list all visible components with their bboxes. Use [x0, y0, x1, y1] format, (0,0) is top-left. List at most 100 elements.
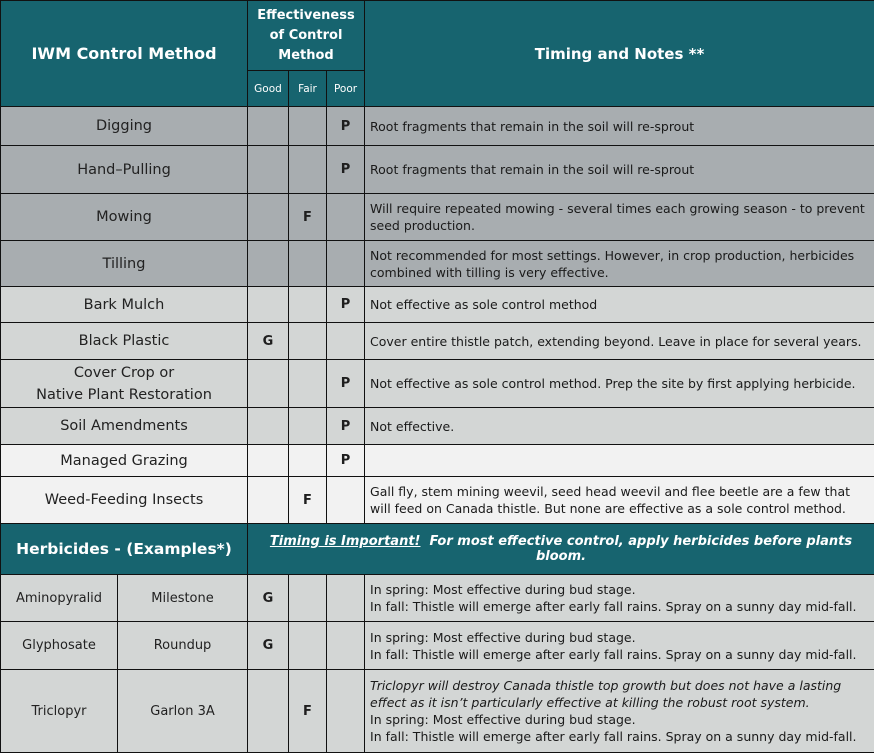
notes-column-header: Timing and Notes **: [365, 1, 874, 107]
rating-good: G: [248, 575, 289, 622]
rating-poor: P: [327, 287, 365, 323]
rating-good: [248, 445, 289, 477]
rating-good: [248, 194, 289, 241]
method-column-title: IWM Control Method: [31, 44, 216, 63]
method-notes: Not effective as sole control method. Pr…: [365, 360, 874, 408]
rating-poor: P: [327, 360, 365, 408]
rating-poor: P: [327, 107, 365, 146]
rating-poor: P: [327, 146, 365, 194]
method-name: Bark Mulch: [1, 287, 248, 323]
method-name: Mowing: [1, 194, 248, 241]
method-notes: Not effective as sole control method: [365, 287, 874, 323]
timing-emphasis: Timing is Important!: [270, 534, 421, 549]
herbicide-chemical: Aminopyralid: [1, 575, 118, 621]
spring-timing: In spring: Most effective during bud sta…: [370, 711, 869, 728]
effectiveness-title-line: of Control: [250, 26, 362, 46]
method-row: Mowing F Will require repeated mowing - se…: [1, 194, 874, 241]
method-notes: Not effective.: [365, 408, 874, 445]
spring-timing: In spring: Most effective during bud sta…: [370, 629, 869, 646]
rating-fair: [289, 323, 327, 360]
method-name: Soil Amendments: [1, 408, 248, 445]
rating-fair: [289, 360, 327, 408]
method-name-line: Bark Mulch: [1, 294, 247, 316]
method-notes: Root fragments that remain in the soil w…: [365, 146, 874, 194]
method-notes: Gall fly, stem mining weevil, seed head …: [365, 477, 874, 524]
method-row: Soil Amendments PNot effective.: [1, 408, 874, 445]
rating-fair: [289, 445, 327, 477]
fall-timing: In fall: Thistle will emerge after early…: [370, 646, 869, 663]
method-row: Cover Crop orNative Plant Restoration PNo…: [1, 360, 874, 408]
herbicide-product: Roundup: [118, 622, 248, 669]
rating-poor: [327, 575, 365, 622]
rating-good: [248, 408, 289, 445]
method-column-header: IWM Control Method: [1, 1, 248, 107]
method-row: Hand–Pulling PRoot fragments that remain …: [1, 146, 874, 194]
rating-fair: [289, 622, 327, 670]
rating-fair: [289, 408, 327, 445]
rating-fair: F: [289, 670, 327, 753]
method-name-line: Black Plastic: [1, 330, 247, 352]
method-name-line: Hand–Pulling: [1, 159, 247, 181]
method-notes: [365, 445, 874, 477]
rating-good: G: [248, 323, 289, 360]
rating-good: [248, 477, 289, 524]
iwm-control-table: IWM Control Method Effectiveness of Cont…: [0, 0, 874, 753]
rating-poor: P: [327, 445, 365, 477]
fair-column-header: Fair: [289, 71, 327, 107]
herbicide-row: AminopyralidMilestoneG In spring: Most ef…: [1, 575, 874, 622]
rating-fair: [289, 575, 327, 622]
weed-control-table-page: IWM Control Method Effectiveness of Cont…: [0, 0, 874, 751]
method-name: Managed Grazing: [1, 445, 248, 477]
method-name-line: Digging: [1, 115, 247, 137]
method-name: Weed-Feeding Insects: [1, 477, 248, 524]
method-name: Tilling: [1, 241, 248, 287]
method-name: Hand–Pulling: [1, 146, 248, 194]
method-notes: Root fragments that remain in the soil w…: [365, 107, 874, 146]
rating-poor: [327, 477, 365, 524]
herbicides-body: AminopyralidMilestoneG In spring: Most ef…: [1, 575, 874, 753]
effectiveness-column-header: Effectiveness of Control Method: [248, 1, 365, 71]
rating-good: [248, 360, 289, 408]
herbicide-notes: In spring: Most effective during bud sta…: [365, 575, 874, 622]
method-notes: Not recommended for most settings. Howev…: [365, 241, 874, 287]
method-row: Tilling Not recommended for most settings…: [1, 241, 874, 287]
good-column-header: Good: [248, 71, 289, 107]
herbicide-names: AminopyralidMilestone: [1, 575, 248, 622]
rating-fair: [289, 241, 327, 287]
method-row: Managed Grazing P: [1, 445, 874, 477]
method-name-line: Tilling: [1, 253, 247, 275]
rating-fair: [289, 287, 327, 323]
spring-timing: In spring: Most effective during bud sta…: [370, 581, 869, 598]
methods-body: DiggingPRoot fragments that remain in th…: [1, 107, 874, 524]
rating-fair: [289, 107, 327, 146]
method-name: Black Plastic: [1, 323, 248, 360]
herbicide-names: GlyphosateRoundup: [1, 622, 248, 670]
rating-poor: [327, 194, 365, 241]
rating-good: [248, 146, 289, 194]
rating-good: G: [248, 622, 289, 670]
method-row: Black PlasticGCover entire thistle patch…: [1, 323, 874, 360]
herbicide-notes: Triclopyr will destroy Canada thistle to…: [365, 670, 874, 753]
fall-timing: In fall: Thistle will emerge after early…: [370, 598, 869, 615]
rating-fair: F: [289, 194, 327, 241]
herbicide-notes: In spring: Most effective during bud sta…: [365, 622, 874, 670]
herbicides-title: Herbicides - (Examples*): [1, 524, 248, 575]
method-row: Weed-Feeding InsectsFGall fly, stem mini…: [1, 477, 874, 524]
herbicides-timing-banner: Timing is Important! For most effective …: [248, 524, 874, 575]
rating-poor: [327, 241, 365, 287]
rating-poor: P: [327, 408, 365, 445]
rating-good: [248, 287, 289, 323]
method-name-line: Mowing: [1, 206, 247, 228]
rating-fair: [289, 146, 327, 194]
rating-poor: [327, 323, 365, 360]
rating-good: [248, 670, 289, 753]
timing-text: For most effective control, apply herbic…: [430, 534, 853, 564]
herbicides-section: Herbicides - (Examples*) Timing is Impor…: [1, 524, 874, 575]
poor-column-header: Poor: [327, 71, 365, 107]
herbicide-chemical: Glyphosate: [1, 622, 118, 669]
herbicide-italic-note: Triclopyr will destroy Canada thistle to…: [370, 677, 869, 711]
method-name-line: Managed Grazing: [1, 450, 247, 472]
method-name-line: Soil Amendments: [1, 415, 247, 437]
method-name: Cover Crop orNative Plant Restoration: [1, 360, 248, 408]
method-notes: Will require repeated mowing - several t…: [365, 194, 874, 241]
